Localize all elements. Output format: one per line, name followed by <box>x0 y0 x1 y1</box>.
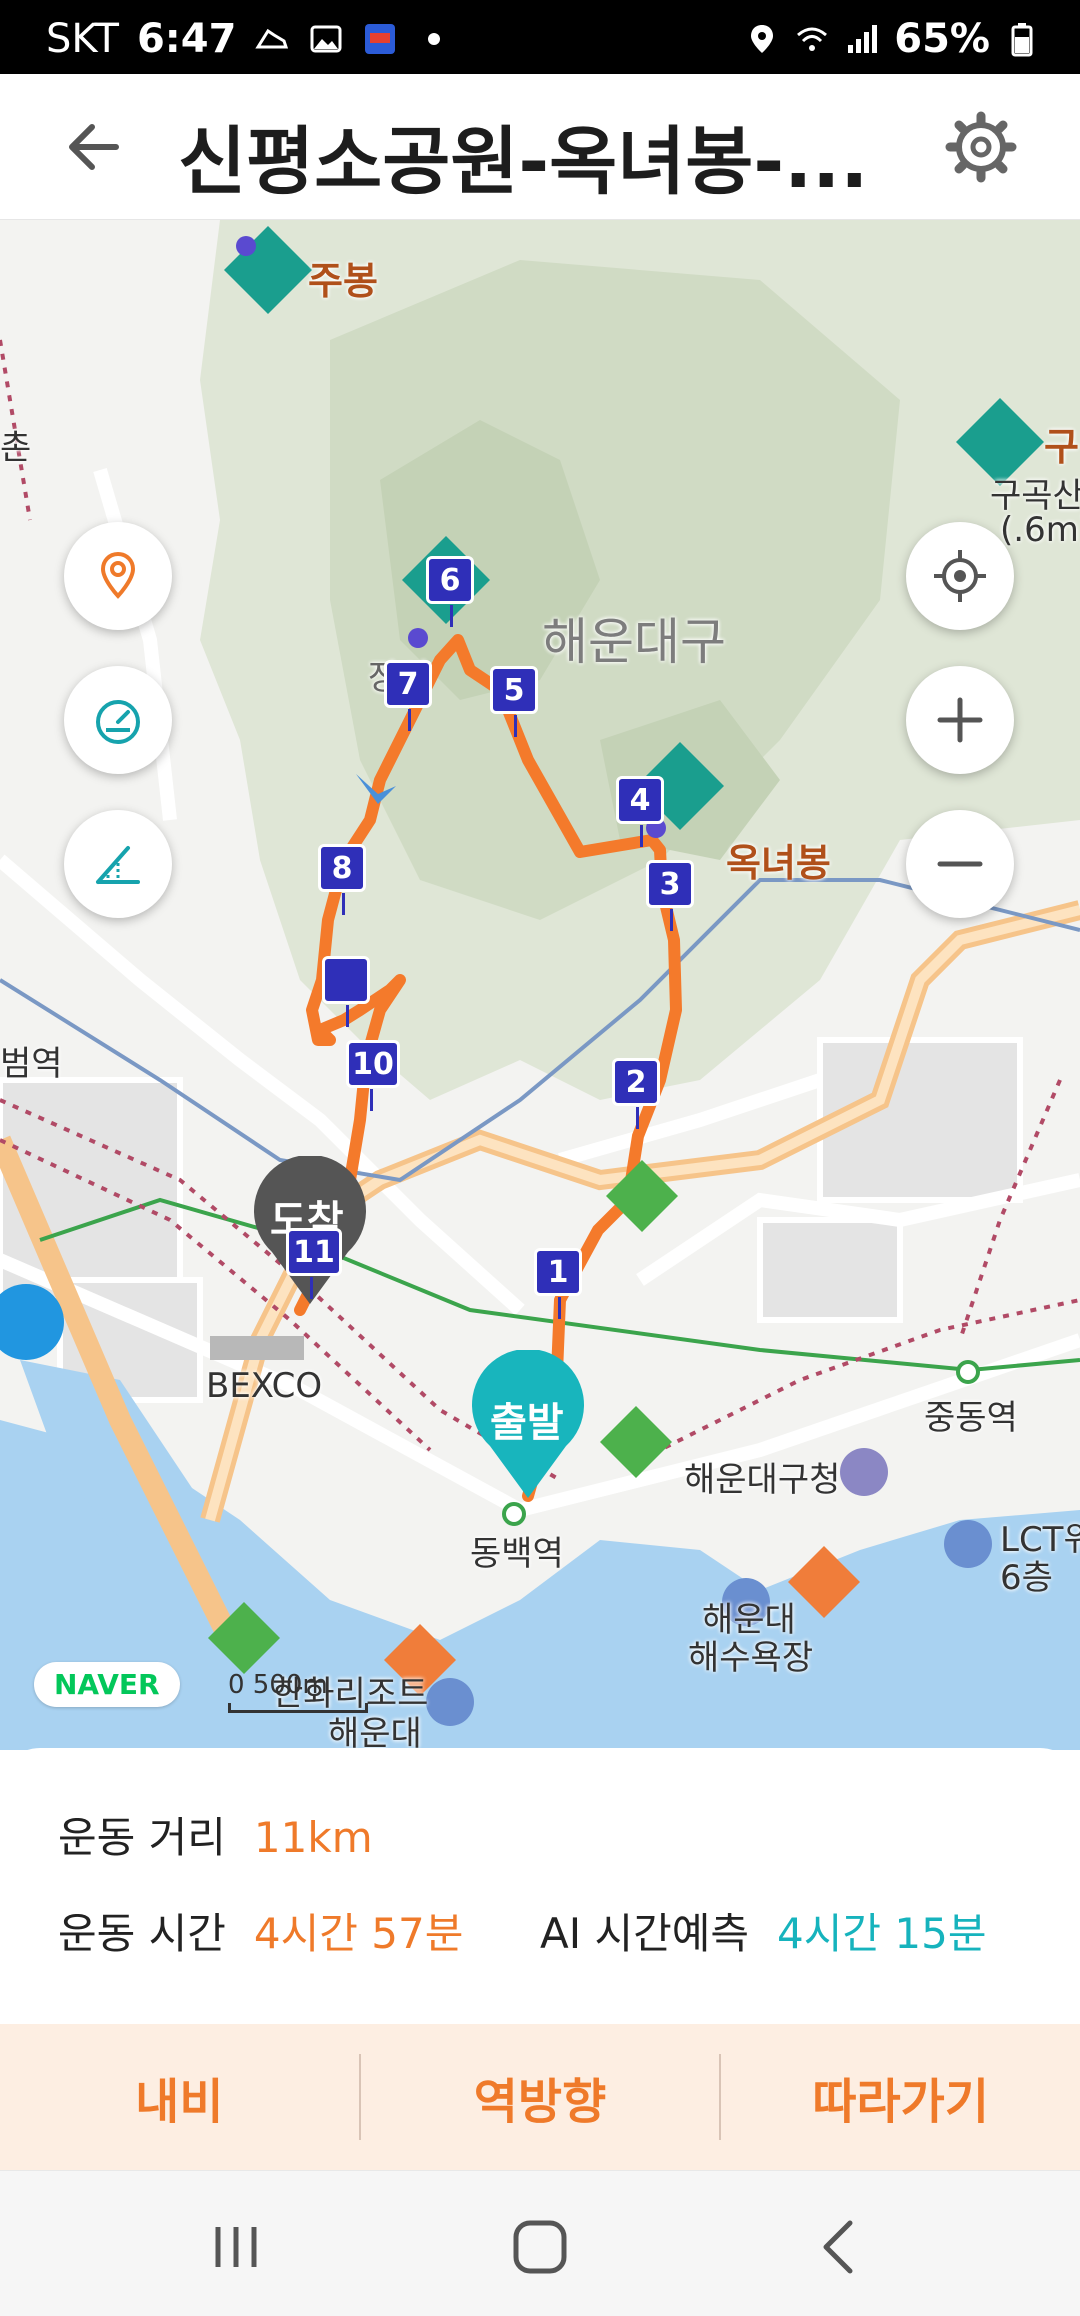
ai-prediction-stat: AI 시간예측 4시간 15분 <box>540 1900 986 1961</box>
waypoint-marker[interactable]: 11 <box>286 1228 342 1299</box>
running-shoe-icon <box>255 28 289 49</box>
slope-icon <box>96 846 140 884</box>
map-view[interactable]: 주봉 해운대구 옥녀봉 장산 구 구곡산 (.6m) 촌 범역 BEXCO 동백… <box>0 220 1080 1750</box>
time-label: 운동 시간 <box>58 1909 226 1958</box>
app-header: 신평소공원-옥녀봉-... <box>0 74 1080 220</box>
clock-text: 6:47 <box>136 16 237 62</box>
follow-button[interactable]: 따라가기 <box>721 2024 1080 2170</box>
distance-stat: 운동 거리 11km <box>58 1804 373 1865</box>
map-label-jungdong: 중동역 <box>924 1398 1018 1438</box>
waypoint-marker-blank[interactable] <box>322 956 370 1027</box>
map-label-gusan-height: (.6m) <box>1000 510 1080 550</box>
waypoint-marker[interactable]: 8 <box>318 844 366 915</box>
stats-panel: 운동 거리 11km 운동 시간 4시간 57분 AI 시간예측 4시간 15분 <box>0 1748 1080 2024</box>
app-badge-icon <box>365 24 396 54</box>
map-label-oknyeobong: 옥녀봉 <box>726 841 831 885</box>
slope-button[interactable] <box>64 810 172 918</box>
map-label-bexco: BEXCO <box>206 1366 323 1406</box>
zoom-in-button[interactable] <box>906 666 1014 774</box>
waypoint-marker[interactable]: 1 <box>534 1248 582 1319</box>
back-icon[interactable] <box>800 2207 880 2287</box>
start-pin-label: 출발 <box>490 1400 564 1446</box>
waypoint-marker[interactable]: 2 <box>612 1058 660 1129</box>
waypoint-marker[interactable]: 5 <box>490 666 538 737</box>
wifi-icon <box>797 27 828 51</box>
map-label-lct-floor: 6층 <box>1000 1558 1053 1598</box>
home-icon[interactable] <box>500 2207 580 2287</box>
minus-icon <box>937 861 983 867</box>
map-label-gu: 구 <box>1044 425 1079 469</box>
signal-icon <box>848 25 878 53</box>
speedometer-icon <box>96 700 140 744</box>
map-label-dongbaek: 동백역 <box>470 1534 564 1574</box>
distance-value: 11km <box>253 1813 373 1862</box>
map-scale-text: 0 500m <box>228 1670 328 1700</box>
waypoint-marker[interactable]: 6 <box>426 556 474 627</box>
system-nav-bar <box>0 2170 1080 2316</box>
crosshair-icon <box>934 550 986 602</box>
gallery-icon <box>310 25 342 53</box>
time-stat: 운동 시간 4시간 57분 <box>58 1900 463 1961</box>
map-label-partial-station: 범역 <box>0 1044 63 1084</box>
page-title: 신평소공원-옥녀봉-... <box>178 119 869 205</box>
location-pin-icon <box>100 551 136 599</box>
arrow-left-icon[interactable] <box>60 112 140 182</box>
waypoint-marker[interactable]: 10 <box>346 1040 400 1111</box>
map-label-haeundae-office: 해운대구청 <box>684 1460 841 1500</box>
my-location-button[interactable] <box>906 522 1014 630</box>
navi-button[interactable]: 내비 <box>0 2024 359 2170</box>
gear-icon[interactable] <box>942 108 1020 186</box>
battery-text: 65% <box>894 16 990 62</box>
waypoint-marker[interactable]: 4 <box>616 776 664 847</box>
reverse-button[interactable]: 역방향 <box>361 2024 720 2170</box>
distance-label: 운동 거리 <box>58 1813 226 1862</box>
location-pin-button[interactable] <box>64 522 172 630</box>
battery-icon <box>1011 23 1033 57</box>
status-bar: SKT 6:47 65% <box>0 0 1080 74</box>
recent-apps-icon[interactable] <box>196 2207 276 2287</box>
map-label-haeundae-gu: 해운대구 <box>542 613 726 671</box>
zoom-out-button[interactable] <box>906 810 1014 918</box>
map-label-partial-left: 촌 <box>0 428 32 468</box>
time-value: 4시간 57분 <box>253 1909 464 1958</box>
action-bar: 내비 역방향 따라가기 <box>0 2024 1080 2170</box>
location-icon <box>751 25 774 53</box>
map-label-jubong: 주봉 <box>308 259 378 303</box>
ai-label: AI 시간예측 <box>540 1909 750 1958</box>
map-canvas <box>0 220 1080 1750</box>
waypoint-marker[interactable]: 7 <box>384 660 432 731</box>
speedometer-button[interactable] <box>64 666 172 774</box>
ai-value: 4시간 15분 <box>777 1909 987 1958</box>
naver-logo: NAVER <box>34 1662 180 1707</box>
plus-icon <box>937 697 983 743</box>
dot-icon <box>428 33 441 45</box>
waypoint-marker[interactable]: 3 <box>646 860 694 931</box>
map-scale-bar <box>228 1703 368 1713</box>
map-label-beach-2: 해수욕장 <box>688 1638 814 1678</box>
carrier-text: SKT <box>46 16 119 62</box>
